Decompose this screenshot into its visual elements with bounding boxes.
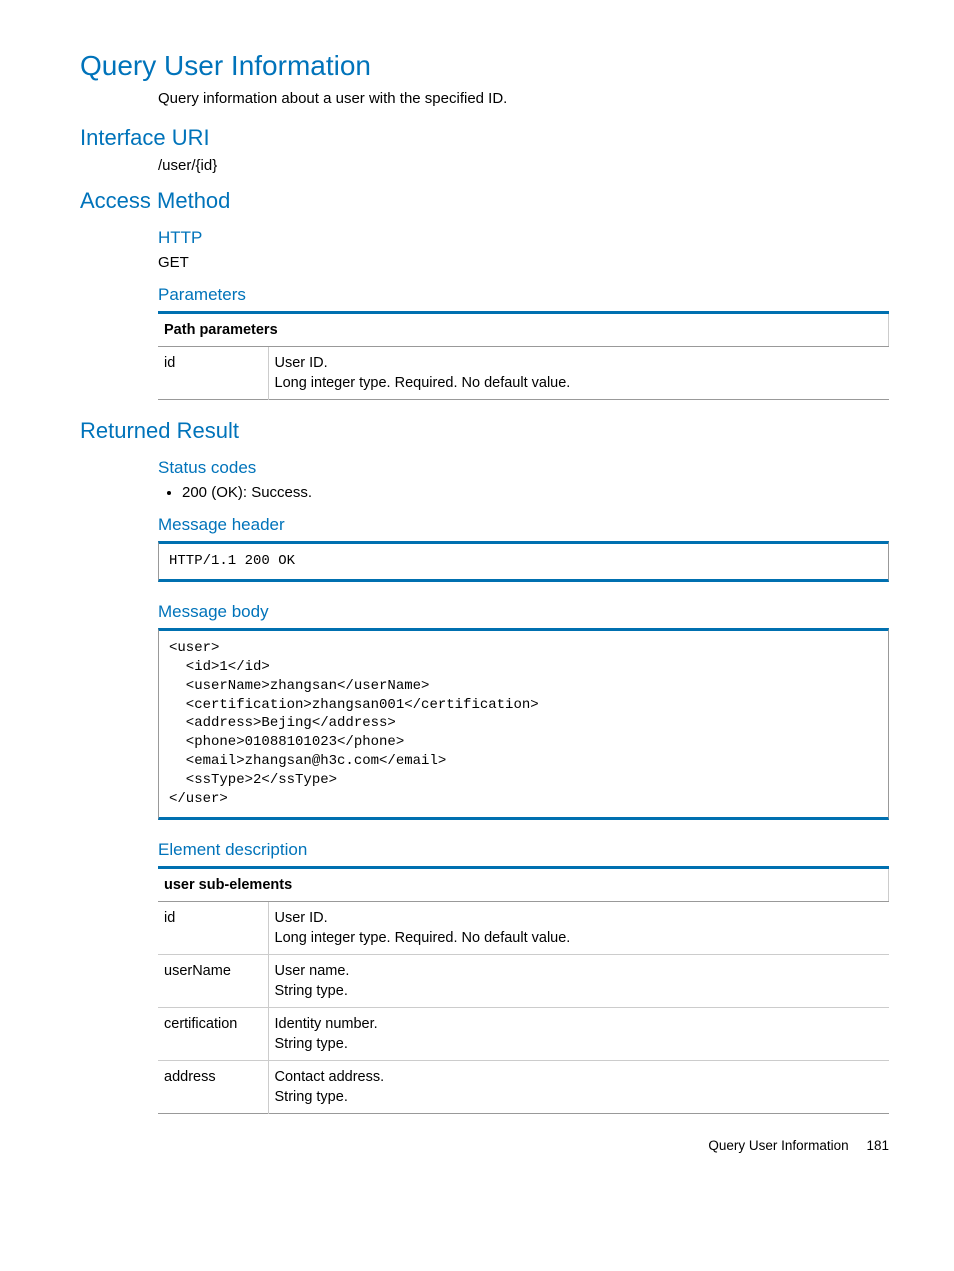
http-heading: HTTP [158,228,889,248]
page-footer: Query User Information 181 [80,1138,889,1153]
element-desc: Contact address. String type. [268,1060,889,1113]
element-name: address [158,1060,268,1113]
param-name: id [158,347,268,400]
table-row: id User ID. Long integer type. Required.… [158,347,889,400]
message-body-code: <user> <id>1</id> <userName>zhangsan</us… [158,628,889,820]
interface-uri-heading: Interface URI [80,125,889,151]
parameters-heading: Parameters [158,285,889,305]
path-parameters-header: Path parameters [158,313,889,347]
element-description-heading: Element description [158,840,889,860]
element-name: id [158,901,268,954]
element-description-table: user sub-elements id User ID. Long integ… [158,866,889,1114]
page-title: Query User Information [80,50,889,82]
element-desc: User name. String type. [268,954,889,1007]
footer-page-number: 181 [866,1138,889,1153]
elements-header: user sub-elements [158,867,889,901]
path-parameters-table: Path parameters id User ID. Long integer… [158,311,889,400]
message-header-heading: Message header [158,515,889,535]
interface-uri-value: /user/{id} [158,157,889,174]
element-desc: User ID. Long integer type. Required. No… [268,901,889,954]
table-row: certification Identity number. String ty… [158,1007,889,1060]
message-header-code: HTTP/1.1 200 OK [158,541,889,582]
returned-result-heading: Returned Result [80,418,889,444]
element-desc: Identity number. String type. [268,1007,889,1060]
http-method: GET [158,254,889,271]
footer-title: Query User Information [708,1138,848,1153]
message-body-heading: Message body [158,602,889,622]
table-row: address Contact address. String type. [158,1060,889,1113]
access-method-heading: Access Method [80,188,889,214]
status-codes-list: 200 (OK): Success. [158,484,889,501]
param-desc: User ID. Long integer type. Required. No… [268,347,889,400]
table-row: id User ID. Long integer type. Required.… [158,901,889,954]
table-row: userName User name. String type. [158,954,889,1007]
list-item: 200 (OK): Success. [182,484,889,501]
status-codes-heading: Status codes [158,458,889,478]
page-description: Query information about a user with the … [158,90,889,107]
element-name: userName [158,954,268,1007]
element-name: certification [158,1007,268,1060]
